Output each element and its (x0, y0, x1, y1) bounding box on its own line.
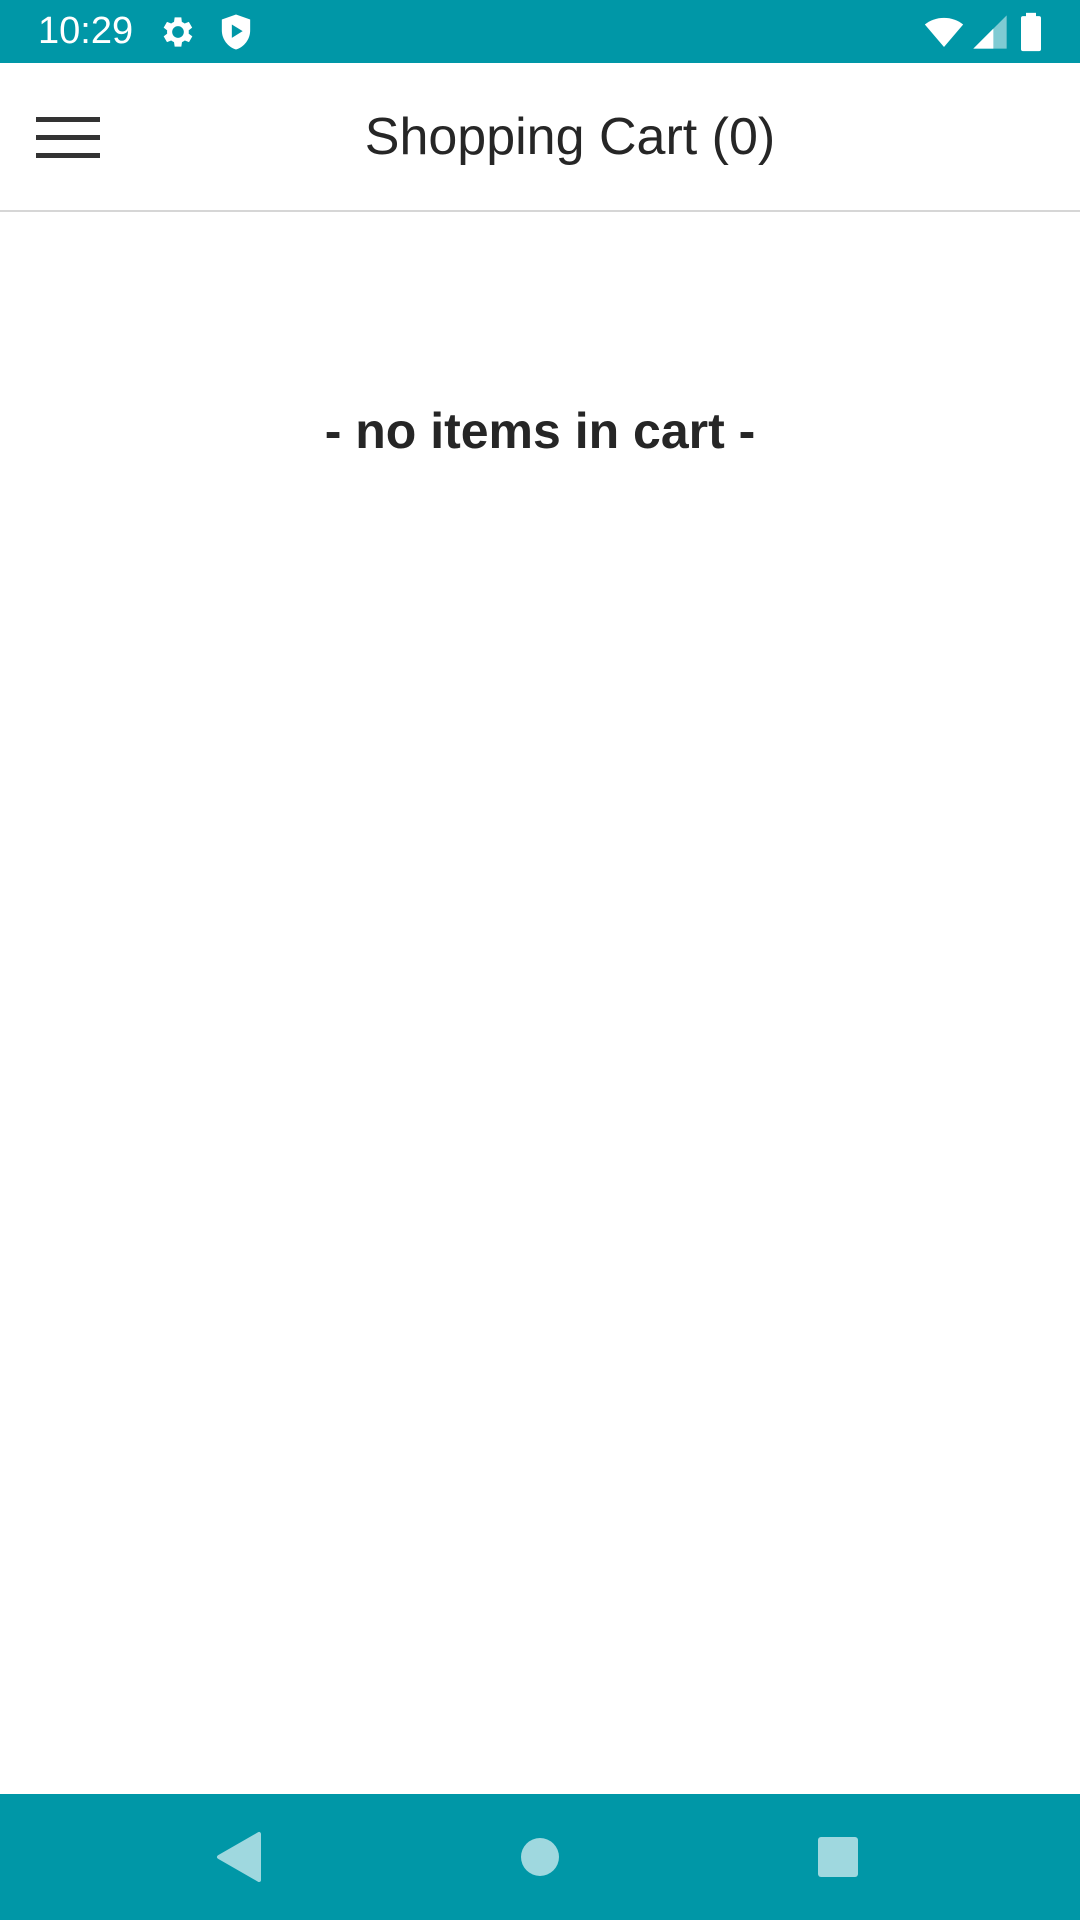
shopping-cart-screen: 10:29 Shopping Cart (0) - no items in ca… (0, 0, 1080, 1920)
cellular-signal-icon (968, 12, 1012, 52)
settings-gear-icon (158, 12, 198, 52)
battery-icon (1016, 12, 1046, 52)
hamburger-menu-icon[interactable] (24, 93, 112, 181)
wifi-icon (922, 12, 966, 52)
shield-play-icon (216, 12, 256, 52)
back-icon[interactable] (205, 1822, 275, 1892)
page-title: Shopping Cart (0) (364, 108, 776, 166)
toolbar: Shopping Cart (0) (0, 63, 1080, 212)
status-time: 10:29 (38, 10, 134, 52)
recents-icon[interactable] (803, 1822, 873, 1892)
navigation-bar (0, 1794, 1080, 1920)
home-icon[interactable] (505, 1822, 575, 1892)
status-bar: 10:29 (0, 0, 1080, 63)
empty-cart-message: - no items in cart - (324, 403, 756, 459)
